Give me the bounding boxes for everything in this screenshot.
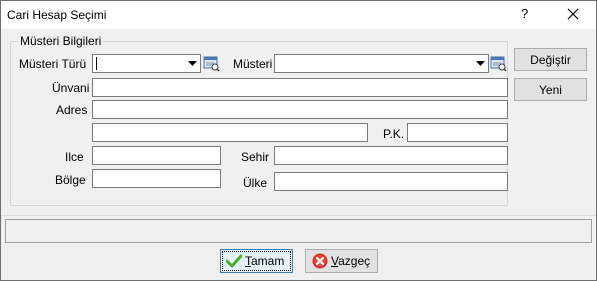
degistir-button[interactable]: Değiştir xyxy=(514,48,587,71)
cancel-x-icon xyxy=(312,253,328,269)
bolge-label: Bölge xyxy=(55,173,86,187)
unvani-input[interactable] xyxy=(92,78,508,97)
bolge-input[interactable] xyxy=(92,169,221,188)
sehir-input[interactable] xyxy=(274,146,508,165)
adres-line2-input[interactable] xyxy=(92,123,368,142)
yeni-button[interactable]: Yeni xyxy=(514,78,587,101)
tamam-button[interactable]: Tamam xyxy=(220,249,293,273)
pk-input[interactable] xyxy=(407,123,508,142)
musteri-turu-combo[interactable] xyxy=(92,54,201,73)
group-title: Müsteri Bilgileri xyxy=(20,34,102,48)
adres-label: Adres xyxy=(56,103,88,117)
chevron-down-icon[interactable] xyxy=(472,55,488,72)
vazgec-label-rest: azgeç xyxy=(338,254,371,268)
ulke-label: Ülke xyxy=(243,176,268,190)
vazgec-button[interactable]: Vazgeç xyxy=(305,249,378,273)
ilce-label: Ilce xyxy=(65,150,84,164)
chevron-down-icon[interactable] xyxy=(184,55,200,72)
pk-label: P.K. xyxy=(383,127,405,141)
unvani-label: Ünvani xyxy=(52,81,90,95)
musteri-turu-label: Müsteri Türü xyxy=(19,57,87,71)
close-button[interactable] xyxy=(561,3,585,25)
musteri-combo[interactable] xyxy=(274,54,489,73)
tamam-label: Tamam xyxy=(245,254,284,268)
musteri-label: Müsteri xyxy=(233,57,273,71)
ilce-input[interactable] xyxy=(92,146,221,165)
tamam-label-rest: amam xyxy=(251,254,285,268)
window-title: Cari Hesap Seçimi xyxy=(7,8,107,22)
check-icon xyxy=(226,254,242,268)
close-icon xyxy=(567,8,579,20)
lookup-icon[interactable] xyxy=(490,55,507,72)
status-bar xyxy=(5,219,592,243)
lookup-icon[interactable] xyxy=(203,55,220,72)
vazgec-label: Vazgeç xyxy=(331,254,370,268)
ulke-input[interactable] xyxy=(274,172,508,191)
adres-input[interactable] xyxy=(92,100,508,119)
help-button[interactable]: ? xyxy=(521,6,528,21)
dialog-window: Cari Hesap Seçimi ? Müsteri Bilgileri Mü… xyxy=(0,0,597,281)
sehir-label: Sehir xyxy=(241,150,270,164)
separator xyxy=(1,215,596,216)
text-caret xyxy=(96,57,97,70)
title-bar: Cari Hesap Seçimi ? xyxy=(1,1,596,29)
